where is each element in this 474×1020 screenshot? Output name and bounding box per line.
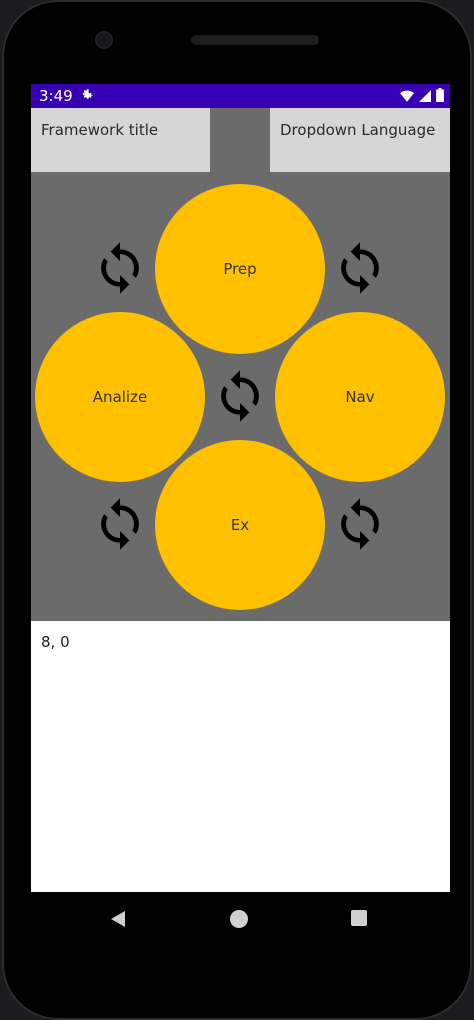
phase-ex-label: Ex <box>230 516 250 534</box>
framework-title: Framework title <box>31 108 210 172</box>
header-bar: Framework title Dropdown Language <box>31 108 450 172</box>
phone-frame: 3:49 Framework title Dropdown Language P… <box>2 0 472 1020</box>
sync-icon[interactable] <box>332 240 388 296</box>
wifi-icon <box>400 90 415 102</box>
phase-nav-label: Nav <box>345 388 375 406</box>
app-screen: 3:49 Framework title Dropdown Language P… <box>31 84 450 892</box>
phase-prep-label: Prep <box>223 260 257 278</box>
sync-icon[interactable] <box>92 496 148 552</box>
battery-icon <box>436 88 444 102</box>
signal-icon <box>419 90 432 102</box>
status-bar: 3:49 <box>31 84 450 108</box>
phase-ex-button[interactable]: Ex <box>155 440 325 610</box>
back-icon[interactable] <box>109 910 127 928</box>
settings-icon <box>82 89 93 99</box>
front-camera <box>97 33 111 47</box>
phase-prep-button[interactable]: Prep <box>155 184 325 354</box>
sync-icon[interactable] <box>212 368 268 424</box>
phase-analize-label: Analize <box>92 388 148 406</box>
phase-nav-button[interactable]: Nav <box>275 312 445 482</box>
phase-board: Prep Analize Nav Ex <box>31 172 450 621</box>
android-nav-bar <box>31 892 450 948</box>
sync-icon[interactable] <box>92 240 148 296</box>
earpiece-speaker <box>191 35 319 45</box>
status-time: 3:49 <box>39 87 73 105</box>
output-text: 8, 0 <box>41 633 70 651</box>
phase-analize-button[interactable]: Analize <box>35 312 205 482</box>
home-icon[interactable] <box>230 910 248 928</box>
recents-icon[interactable] <box>351 910 367 926</box>
sync-icon[interactable] <box>332 496 388 552</box>
status-icons <box>400 88 444 106</box>
language-dropdown[interactable]: Dropdown Language <box>270 108 450 172</box>
